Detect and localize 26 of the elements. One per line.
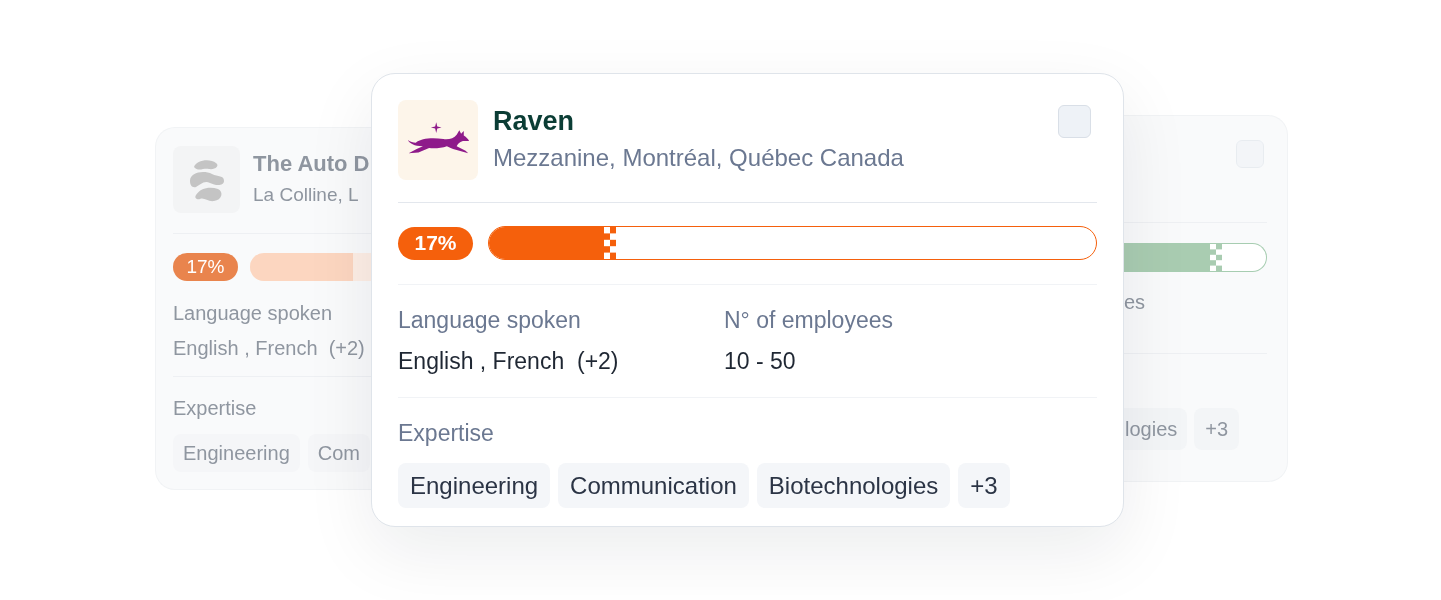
field-label: Language spoken [173, 301, 334, 325]
leaping-animal-icon [398, 100, 478, 180]
match-percentage-badge: 17% [173, 253, 238, 281]
field-label: Language spoken [398, 306, 582, 334]
select-checkbox[interactable] [1058, 105, 1091, 138]
swirl-icon [173, 146, 240, 213]
expertise-tag: +3 [1194, 408, 1240, 450]
expertise-tag: Engineering [173, 434, 300, 472]
section-label: Expertise [173, 396, 258, 420]
section-label: Expertise [398, 419, 495, 447]
field-value: 10 - 50 [724, 347, 797, 375]
match-percentage-badge: 17% [398, 226, 473, 260]
expertise-tag: Communication [558, 463, 749, 508]
company-name: The Auto D [253, 150, 370, 178]
field-value: English , French (+2) [173, 336, 366, 360]
expertise-tag: Biotechnologies [756, 463, 951, 508]
expertise-tag: Com [307, 434, 370, 472]
field-label: N° of employees [724, 306, 893, 334]
field-label: es [1124, 290, 1147, 314]
expertise-tag: +3 [958, 463, 1010, 508]
company-address: La Colline, L [253, 183, 360, 207]
company-address: Mezzanine, Montréal, Québec Canada [493, 143, 904, 173]
company-name: Raven [493, 105, 576, 138]
field-value: English , French (+2) [398, 347, 620, 375]
expertise-tag: logies [1124, 408, 1188, 450]
expertise-tag: Engineering [398, 463, 551, 508]
